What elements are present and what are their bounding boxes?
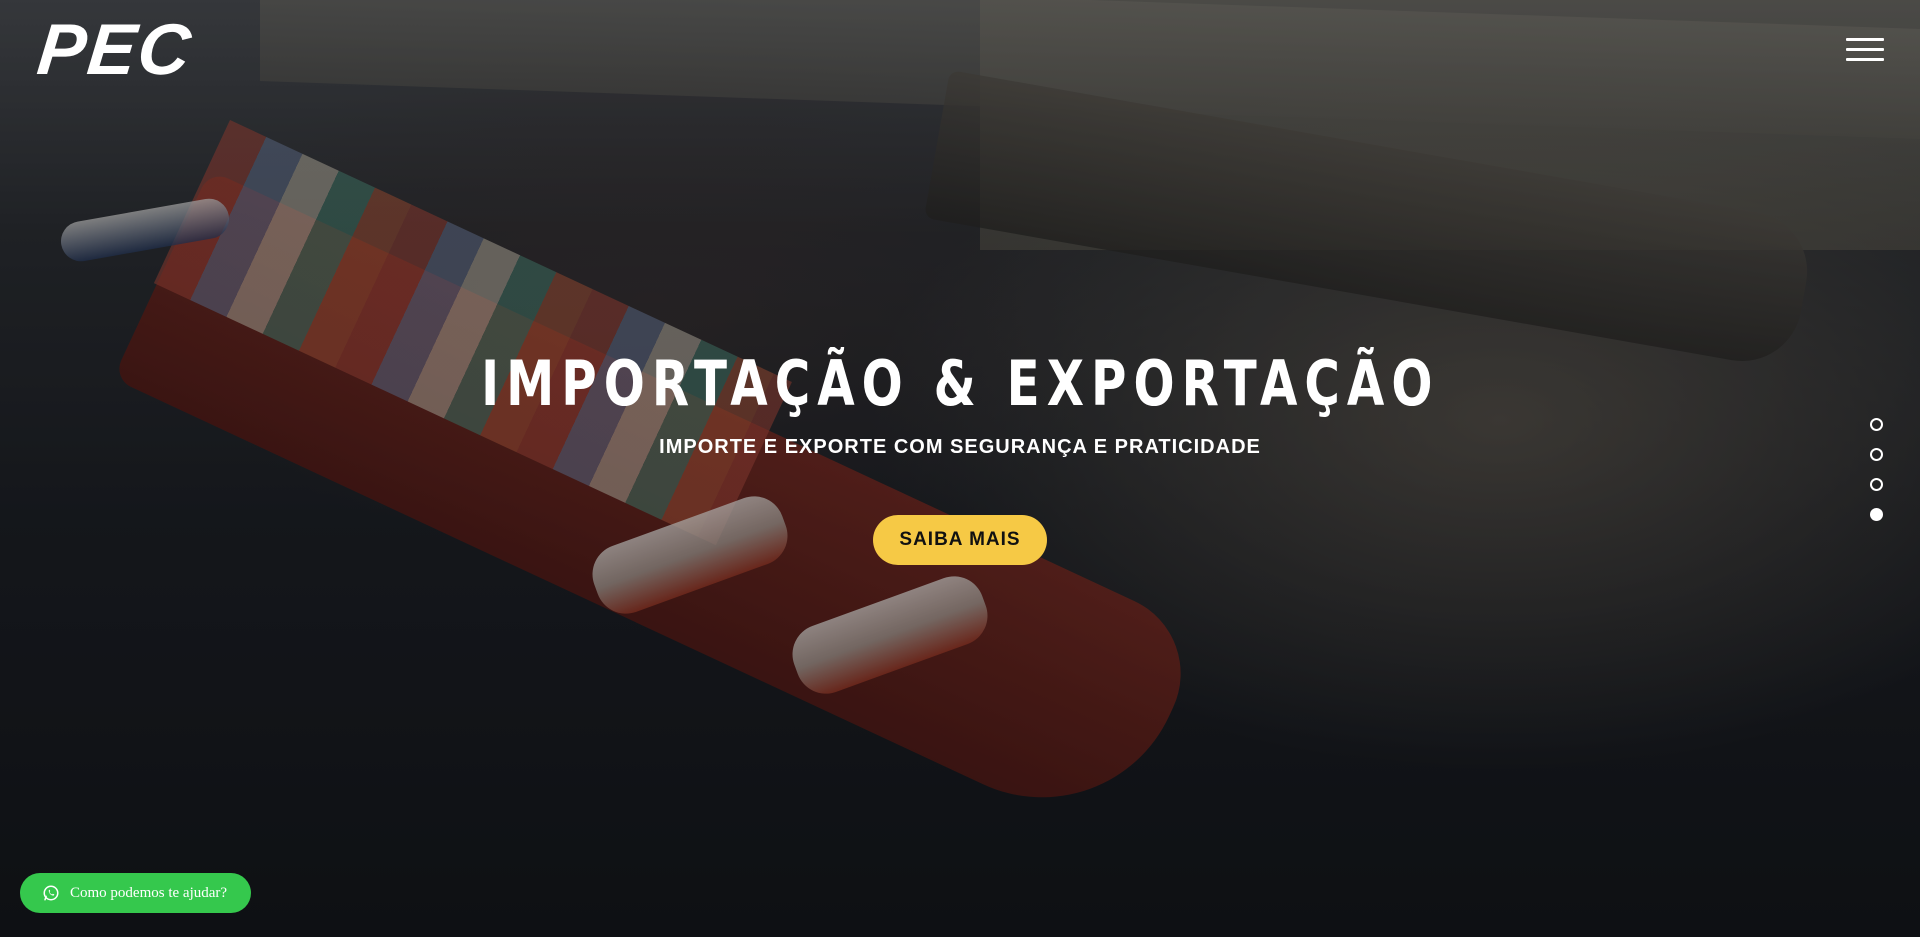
hero-content: IMPORTAÇÃO & EXPORTAÇÃO IMPORTE E EXPORT… — [0, 347, 1920, 566]
slider-dot-3[interactable] — [1870, 478, 1883, 491]
slider-dot-4[interactable] — [1870, 508, 1883, 521]
whatsapp-icon — [43, 885, 59, 901]
slider-pagination — [1870, 418, 1883, 538]
whatsapp-label: Como podemos te ajudar? — [70, 884, 228, 901]
slider-dot-2[interactable] — [1870, 448, 1883, 461]
slider-dot-1[interactable] — [1870, 418, 1883, 431]
saiba-mais-button[interactable]: SAIBA MAIS — [873, 515, 1047, 566]
hero-title: IMPORTAÇÃO & EXPORTAÇÃO — [480, 347, 1440, 420]
hero-subtitle: IMPORTE E EXPORTE COM SEGURANÇA E PRATIC… — [659, 436, 1261, 459]
whatsapp-chat-button[interactable]: Como podemos te ajudar? — [20, 873, 252, 913]
menu-bar — [1846, 38, 1884, 41]
menu-bar — [1846, 58, 1884, 61]
hamburger-menu-icon[interactable] — [1846, 38, 1884, 64]
menu-bar — [1846, 48, 1884, 51]
brand-logo[interactable]: PEC — [34, 10, 196, 90]
hero-section: PEC IMPORTAÇÃO & EXPORTAÇÃO IMPORTE E EX… — [0, 0, 1920, 937]
